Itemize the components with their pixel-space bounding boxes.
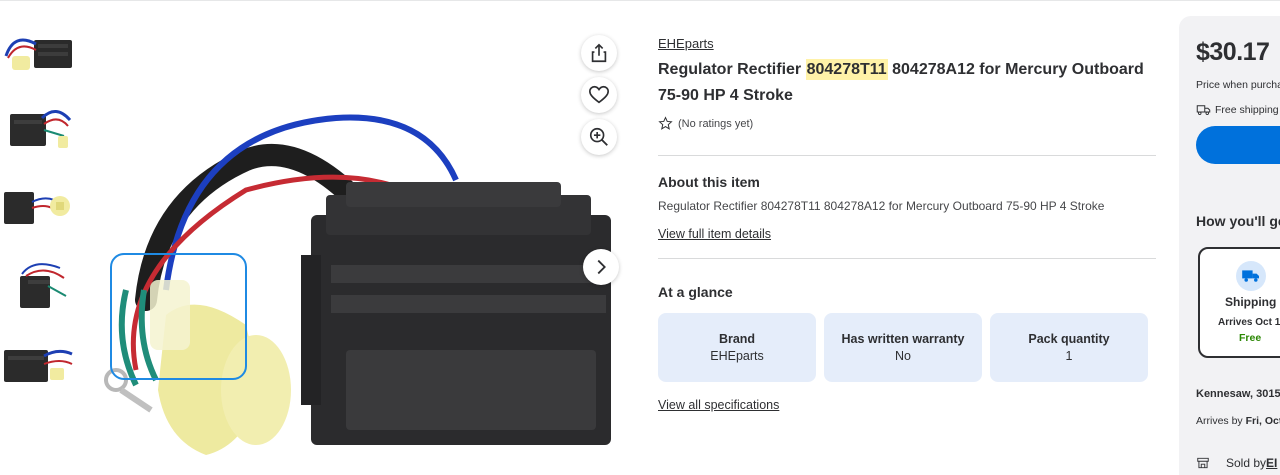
about-text: Regulator Rectifier 804278T11 804278A12 … <box>658 199 1105 213</box>
arrives-date: Fri, Oct <box>1245 415 1280 427</box>
star-outline-icon <box>658 116 673 130</box>
view-all-specifications-link[interactable]: View all specifications <box>658 398 779 412</box>
truck-icon <box>1196 105 1211 115</box>
glance-value: 1 <box>1065 349 1073 363</box>
glance-cards: Brand EHEparts Has written warranty No P… <box>658 313 1156 382</box>
price-note: Price when purcha <box>1196 79 1280 91</box>
glance-key: Pack quantity <box>1028 332 1110 346</box>
view-full-details-link[interactable]: View full item details <box>658 227 771 241</box>
shipping-label: Shipping <box>1225 295 1277 309</box>
zoom-button[interactable] <box>581 119 617 155</box>
share-button[interactable] <box>581 35 617 71</box>
zoom-lens-box <box>110 253 247 380</box>
title-prefix: Regulator Rectifier <box>658 61 806 78</box>
price: $30.17 <box>1196 38 1270 66</box>
how-youll-get-heading: How you'll ge <box>1196 213 1280 229</box>
about-heading: About this item <box>658 174 760 190</box>
title-search-highlight: 804278T11 <box>805 59 888 80</box>
shipping-cost: Free <box>1239 332 1262 344</box>
free-shipping-text: Free shipping <box>1215 103 1279 116</box>
thumbnail-list <box>4 22 74 412</box>
store-icon <box>1197 457 1209 469</box>
thumbnail-3[interactable] <box>4 178 74 238</box>
buy-box-panel: $30.17 Price when purcha Free shipping H… <box>1179 16 1280 475</box>
thumbnail-1[interactable] <box>4 22 74 82</box>
favorite-button[interactable] <box>581 77 617 113</box>
chevron-right-icon <box>597 259 606 275</box>
thumbnail-2[interactable] <box>4 100 74 160</box>
heart-icon <box>589 85 609 104</box>
sold-by: Sold by EI <box>1196 456 1277 470</box>
free-shipping-note: Free shipping <box>1196 103 1279 116</box>
at-a-glance-heading: At a glance <box>658 284 733 300</box>
glance-card-pack-quantity: Pack quantity 1 <box>990 313 1148 382</box>
arrives-by: Arrives by Fri, Oct <box>1196 415 1280 427</box>
glance-value: EHEparts <box>710 349 764 363</box>
top-divider <box>0 0 1280 1</box>
arrives-prefix: Arrives by <box>1196 415 1246 427</box>
at-a-glance-section: At a glance Brand EHEparts Has written w… <box>658 284 1156 414</box>
glance-key: Brand <box>718 332 756 346</box>
shipping-option-card[interactable]: Shipping Arrives Oct 10 Free <box>1198 247 1280 358</box>
divider <box>658 258 1156 259</box>
next-image-button[interactable] <box>583 249 619 285</box>
delivery-location[interactable]: Kennesaw, 3015 <box>1196 388 1280 400</box>
share-icon <box>591 43 607 63</box>
shipping-arrival: Arrives Oct 10 <box>1218 317 1280 328</box>
zoom-in-icon <box>589 127 608 146</box>
sold-by-prefix: Sold by <box>1226 456 1267 470</box>
divider <box>658 155 1156 156</box>
rating-row[interactable]: (No ratings yet) <box>658 116 1156 131</box>
add-to-cart-button[interactable] <box>1196 126 1280 164</box>
truck-icon <box>1242 270 1259 282</box>
glance-card-brand: Brand EHEparts <box>658 313 816 382</box>
glance-card-warranty: Has written warranty No <box>824 313 982 382</box>
shipping-icon-badge <box>1236 261 1266 291</box>
glance-value: No <box>895 349 911 363</box>
glance-key: Has written warranty <box>841 332 965 346</box>
about-section: About this item Regulator Rectifier 8042… <box>658 174 1156 243</box>
thumbnail-5[interactable] <box>4 334 74 394</box>
rating-text: (No ratings yet) <box>678 117 754 130</box>
thumbnail-4[interactable] <box>4 256 74 316</box>
sold-by-seller-link[interactable]: EI <box>1266 456 1277 470</box>
seller-link[interactable]: EHEparts <box>658 36 1156 51</box>
product-title: Regulator Rectifier 804278T11 804278A12 … <box>658 57 1150 109</box>
product-info: EHEparts Regulator Rectifier 804278T11 8… <box>658 36 1156 414</box>
